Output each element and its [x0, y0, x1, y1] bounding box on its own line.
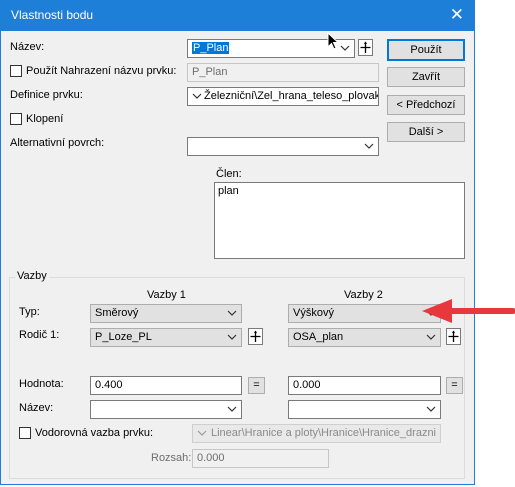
- pick-element-icon[interactable]: [446, 328, 461, 345]
- chevron-down-icon: [196, 426, 208, 442]
- chevron-down-icon[interactable]: [226, 402, 238, 416]
- vazby-nazev-label: Název:: [19, 402, 54, 414]
- chevron-down-icon[interactable]: [191, 89, 203, 105]
- vazby-group-label: Vazby: [15, 270, 49, 282]
- rodic2-combo[interactable]: OSA_plan: [288, 328, 441, 347]
- klopeni-label: Klopení: [26, 113, 64, 125]
- replace-name-label: Použít Nahrazení názvu prvku:: [26, 65, 177, 77]
- horizontal-constraint-checkbox[interactable]: [19, 427, 31, 439]
- replace-name-field: P_Plan: [187, 63, 379, 82]
- typ1-combo[interactable]: Směrový: [90, 304, 242, 323]
- typ2-combo[interactable]: Výškový: [288, 304, 441, 323]
- definice-label: Definice prvku:: [10, 89, 83, 101]
- red-arrow-annotation: [422, 299, 515, 323]
- title-bar: Vlastnosti bodu ✕: [1, 1, 474, 31]
- hodnota2-field[interactable]: 0.000: [288, 376, 441, 395]
- properties-dialog: Vlastnosti bodu ✕ Název: P_Plan Použít N…: [0, 0, 475, 485]
- klopeni-checkbox[interactable]: [10, 113, 22, 125]
- clen-value: plan: [218, 185, 239, 197]
- use-button[interactable]: Použít: [387, 39, 465, 61]
- rozsah-field: 0.000: [192, 449, 329, 468]
- window-title: Vlastnosti bodu: [11, 8, 94, 22]
- pick-element-icon[interactable]: [248, 328, 263, 345]
- vazby1-header: Vazby 1: [147, 289, 186, 301]
- rodic2-value: OSA_plan: [293, 331, 344, 343]
- horizontal-constraint-value: Linear\Hranice a ploty\Hranice\Hranice_d…: [211, 427, 437, 439]
- replace-name-checkbox[interactable]: [10, 65, 22, 77]
- pick-element-icon[interactable]: [358, 39, 373, 56]
- alt-surface-combo[interactable]: [187, 137, 379, 156]
- hodnota1-field[interactable]: 0.400: [90, 376, 242, 395]
- close-button[interactable]: Zavřít: [387, 67, 465, 87]
- vazby-nazev2-combo[interactable]: [288, 400, 441, 419]
- definice-value: Železniční\Zel_hrana_teleso_plovak: [204, 90, 379, 102]
- nazev-value: P_Plan: [192, 42, 230, 54]
- chevron-down-icon[interactable]: [425, 402, 437, 416]
- clen-textarea[interactable]: plan: [214, 182, 465, 259]
- next-button[interactable]: Další >: [387, 122, 465, 142]
- clen-label: Člen:: [216, 168, 242, 180]
- chevron-down-icon[interactable]: [226, 306, 238, 320]
- previous-button[interactable]: < Předchozí: [387, 95, 465, 115]
- typ-label: Typ:: [19, 306, 40, 318]
- horizontal-constraint-label: Vodorovná vazba prvku:: [35, 427, 154, 439]
- definice-combo[interactable]: Železniční\Zel_hrana_teleso_plovak: [187, 87, 379, 106]
- rozsah-label: Rozsah:: [151, 452, 192, 464]
- mouse-cursor-icon: [327, 32, 340, 50]
- hodnota-label: Hodnota:: [19, 378, 64, 390]
- vazby-nazev1-combo[interactable]: [90, 400, 242, 419]
- rodic1-value: P_Loze_PL: [95, 331, 152, 343]
- typ1-value: Směrový: [95, 307, 139, 319]
- alt-surface-label: Alternativní povrch:: [10, 137, 105, 149]
- equal-button[interactable]: =: [446, 377, 463, 394]
- rodic1-combo[interactable]: P_Loze_PL: [90, 328, 242, 347]
- chevron-down-icon[interactable]: [425, 330, 437, 344]
- vazby2-header: Vazby 2: [344, 289, 383, 301]
- chevron-down-icon[interactable]: [226, 330, 238, 344]
- rodic-label: Rodič 1:: [19, 329, 60, 341]
- horizontal-constraint-combo: Linear\Hranice a ploty\Hranice\Hranice_d…: [192, 424, 441, 443]
- typ2-value: Výškový: [293, 307, 334, 319]
- close-icon[interactable]: ✕: [450, 5, 464, 25]
- equal-button[interactable]: =: [248, 377, 265, 394]
- nazev-label: Název:: [10, 41, 45, 53]
- chevron-down-icon[interactable]: [363, 139, 375, 153]
